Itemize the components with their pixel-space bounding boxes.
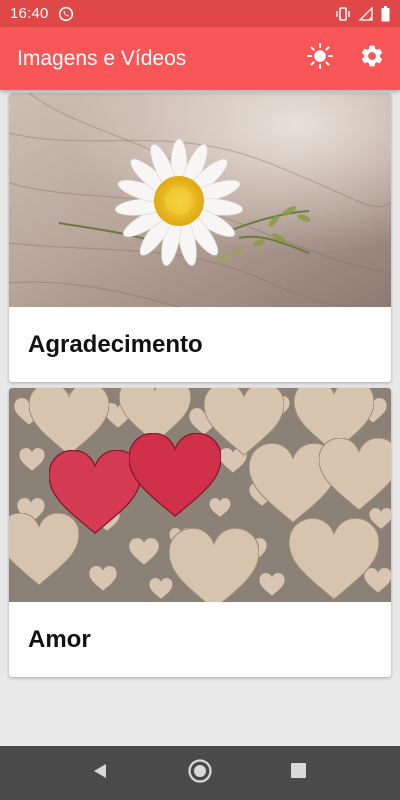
back-button[interactable] — [70, 746, 130, 800]
status-time: 16:40 — [10, 5, 49, 22]
daisy-on-wood-photo — [9, 93, 391, 307]
home-button[interactable] — [170, 746, 230, 800]
app-title: Imagens e Vídeos — [17, 46, 187, 70]
brightness-icon — [306, 42, 334, 75]
recents-button[interactable] — [268, 746, 328, 800]
recents-icon — [290, 762, 307, 784]
nav-bar — [0, 746, 400, 800]
wooden-hearts-photo — [9, 388, 391, 602]
status-bar: 16:40 — [0, 0, 400, 27]
category-card-amor[interactable]: Amor — [9, 388, 391, 677]
category-label: Agradecimento — [28, 330, 203, 358]
home-icon — [187, 758, 213, 789]
screen: 16:40 Imagens e Vídeos Agradecimento Amo… — [0, 0, 400, 800]
brightness-button[interactable] — [294, 33, 346, 85]
app-bar: Imagens e Vídeos — [0, 27, 400, 90]
back-icon — [91, 762, 109, 785]
category-label: Amor — [28, 625, 91, 653]
whatsapp-icon — [58, 6, 74, 22]
signal-icon — [359, 6, 373, 21]
category-card-agradecimento[interactable]: Agradecimento — [9, 93, 391, 382]
battery-icon — [381, 5, 390, 22]
settings-button[interactable] — [346, 33, 398, 85]
settings-icon — [359, 43, 385, 74]
category-list: Agradecimento Amor — [0, 90, 400, 746]
vibrate-icon — [335, 6, 351, 21]
